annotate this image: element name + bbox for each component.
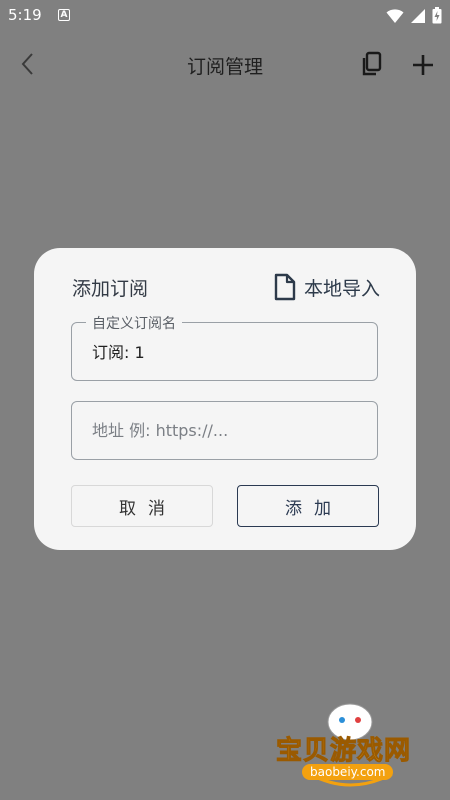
copy-button[interactable] [358,50,386,78]
subscription-url-field [71,401,378,460]
local-import-button[interactable]: 本地导入 [274,272,380,302]
status-bar: 5:19 A [0,0,450,32]
file-icon [274,273,296,301]
add-button[interactable] [408,50,438,80]
status-time: 5:19 [8,6,42,24]
local-import-label: 本地导入 [303,277,380,300]
subscription-name-field: 自定义订阅名 [71,313,378,381]
dialog-title: 添加订阅 [72,278,149,300]
watermark-text: 宝贝游戏网 [275,736,412,767]
watermark-logo: 宝贝游戏网 baobeiy.com [270,700,430,792]
battery-icon [432,7,442,24]
add-confirm-button[interactable]: 添加 [237,485,379,527]
wifi-icon [386,8,404,23]
status-icons [386,7,442,24]
subscription-url-input[interactable] [92,402,362,458]
cancel-button[interactable]: 取消 [71,485,213,527]
plus-icon [413,55,433,75]
watermark-url: baobeiy.com [302,764,394,780]
subscription-name-input[interactable] [92,323,362,379]
notification-a-icon: A [58,9,70,21]
add-subscription-dialog: 添加订阅 本地导入 自定义订阅名 取消 添加 [34,248,416,550]
copy-icon [362,51,382,76]
app-bar: 订阅管理 [0,32,450,96]
signal-icon [411,8,425,23]
